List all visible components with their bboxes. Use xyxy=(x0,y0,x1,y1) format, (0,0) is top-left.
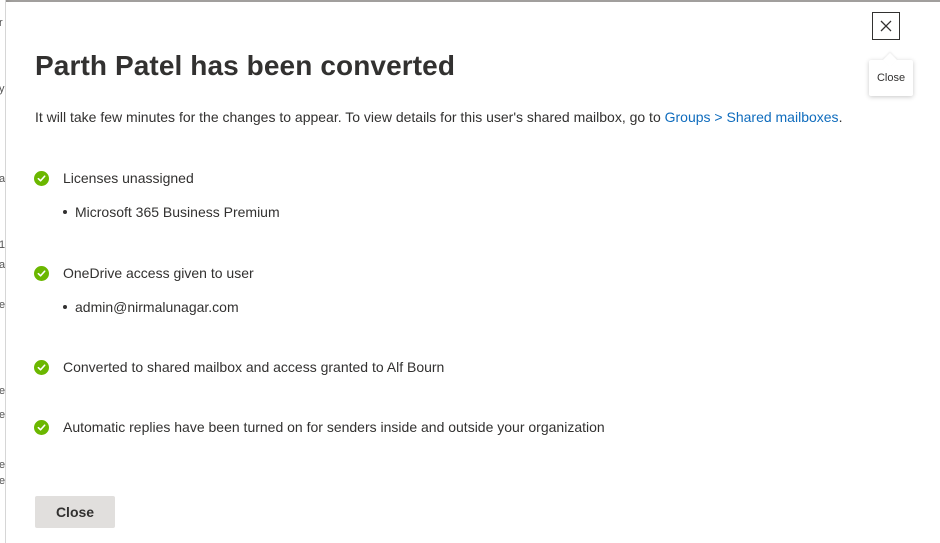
status-detail-text: Microsoft 365 Business Premium xyxy=(75,204,280,220)
description-text: It will take few minutes for the changes… xyxy=(35,109,665,125)
status-detail-item: admin@nirmalunagar.com xyxy=(63,299,239,315)
bullet-icon xyxy=(63,210,67,214)
tooltip-text: Close xyxy=(876,72,906,84)
status-item-shared-mailbox: Converted to shared mailbox and access g… xyxy=(34,359,444,375)
bullet-icon xyxy=(63,305,67,309)
close-panel-button[interactable] xyxy=(872,12,900,40)
checkmark-circle-icon xyxy=(34,170,49,186)
background-text-fragment: e xyxy=(0,300,5,311)
background-text-fragment: a xyxy=(0,174,5,185)
checkmark-circle-icon xyxy=(34,359,49,375)
shared-mailboxes-link[interactable]: Groups > Shared mailboxes xyxy=(665,109,839,125)
checkmark-circle-icon xyxy=(34,265,49,281)
close-button[interactable]: Close xyxy=(35,496,115,528)
background-text-fragment: y xyxy=(0,84,5,95)
status-item-automatic-replies: Automatic replies have been turned on fo… xyxy=(34,419,605,435)
description-end: . xyxy=(838,109,843,125)
status-item-label: Automatic replies have been turned on fo… xyxy=(63,419,605,435)
checkmark-circle-icon xyxy=(34,419,49,435)
status-item-licenses: Licenses unassigned xyxy=(34,170,194,186)
status-item-label: OneDrive access given to user xyxy=(63,265,254,281)
background-text-fragment: e xyxy=(0,386,5,397)
background-text-fragment: a xyxy=(0,260,5,271)
close-tooltip: Close xyxy=(869,60,913,96)
status-item-label: Converted to shared mailbox and access g… xyxy=(63,359,445,375)
panel-title: Parth Patel has been converted xyxy=(35,50,456,81)
background-text-fragment: e xyxy=(0,476,5,487)
status-detail-text: admin@nirmalunagar.com xyxy=(75,299,239,315)
status-item-label: Licenses unassigned xyxy=(63,170,194,186)
status-item-onedrive: OneDrive access given to user xyxy=(34,265,254,281)
conversion-result-panel: Parth Patel has been converted It will t… xyxy=(6,2,940,543)
close-icon xyxy=(880,20,892,32)
background-text-fragment: 1 xyxy=(0,240,5,251)
background-text-fragment: e xyxy=(0,460,5,471)
panel-description: It will take few minutes for the changes… xyxy=(35,109,842,125)
background-text-fragment: r xyxy=(0,18,3,29)
background-text-fragment: e xyxy=(0,410,5,421)
status-detail-item: Microsoft 365 Business Premium xyxy=(63,204,280,220)
